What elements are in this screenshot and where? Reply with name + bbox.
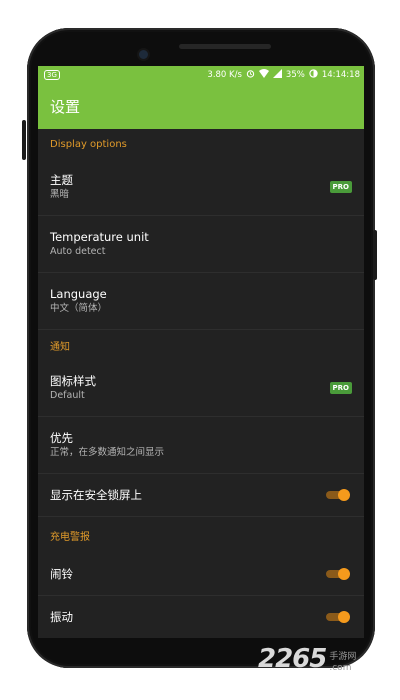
section-notifications-label: 通知 (50, 341, 70, 353)
volume-button (22, 120, 26, 160)
signal-icon (272, 68, 282, 81)
site-watermark: 2265 手游网 .com (258, 644, 356, 674)
section-notifications: 通知 (38, 330, 364, 360)
setting-language[interactable]: Language 中文（简体） (38, 273, 364, 330)
battery-icon (309, 68, 318, 81)
setting-theme-value: 黑暗 (50, 189, 70, 200)
status-bar: 3G 3.80 K/s 35% 14:14:18 (38, 66, 364, 83)
alarm-toggle[interactable] (326, 568, 350, 580)
setting-theme[interactable]: 主题 黑暗 PRO (38, 159, 364, 216)
front-camera (139, 50, 148, 59)
setting-language-value: 中文（简体） (50, 303, 108, 314)
app-bar: 设置 (38, 83, 364, 129)
power-button (373, 230, 377, 280)
setting-alarm-title: 闹铃 (50, 566, 73, 581)
watermark-site: 手游网 (329, 652, 357, 662)
setting-priority[interactable]: 优先 正常，在多数通知之间显示 (38, 417, 364, 474)
setting-vibrate-title: 振动 (50, 609, 73, 624)
battery-percent: 35% (285, 69, 305, 80)
setting-icon-style-value: Default (50, 390, 85, 401)
page-title: 设置 (50, 97, 81, 116)
network-speed: 3.80 K/s (207, 69, 242, 80)
section-charging-label: 充电警报 (50, 531, 90, 543)
setting-lockscreen[interactable]: 显示在安全锁屏上 (38, 474, 364, 517)
setting-icon-style-title: 图标样式 (50, 374, 96, 388)
lockscreen-toggle[interactable] (326, 489, 350, 501)
watermark-domain: .com (329, 663, 352, 673)
app-screen: 3G 3.80 K/s 35% 14:14:18 设置 Display opti… (38, 66, 364, 638)
section-display-options: Display options (38, 129, 364, 159)
pro-badge: PRO (329, 382, 352, 394)
setting-priority-value: 正常，在多数通知之间显示 (50, 447, 165, 458)
setting-language-title: Language (50, 287, 107, 301)
alarm-clock-icon (246, 69, 255, 81)
setting-theme-title: 主题 (50, 173, 73, 187)
pro-badge: PRO (329, 181, 352, 193)
setting-temperature-unit[interactable]: Temperature unit Auto detect (38, 216, 364, 273)
setting-temperature-value: Auto detect (50, 246, 106, 257)
network-badge: 3G (44, 69, 60, 80)
section-display-options-label: Display options (50, 138, 127, 150)
watermark-logo: 2265 (258, 644, 327, 674)
vibrate-toggle[interactable] (326, 611, 350, 623)
setting-alarm[interactable]: 闹铃 (38, 553, 364, 596)
setting-lockscreen-title: 显示在安全锁屏上 (50, 487, 142, 502)
setting-vibrate[interactable]: 振动 (38, 596, 364, 638)
section-charging-alarm: 充电警报 (38, 517, 364, 553)
clock-time: 14:14:18 (321, 69, 360, 80)
earpiece-speaker (179, 44, 271, 49)
setting-temperature-title: Temperature unit (50, 230, 149, 244)
wifi-icon (258, 68, 269, 81)
setting-icon-style[interactable]: 图标样式 Default PRO (38, 360, 364, 417)
setting-priority-title: 优先 (50, 431, 73, 445)
